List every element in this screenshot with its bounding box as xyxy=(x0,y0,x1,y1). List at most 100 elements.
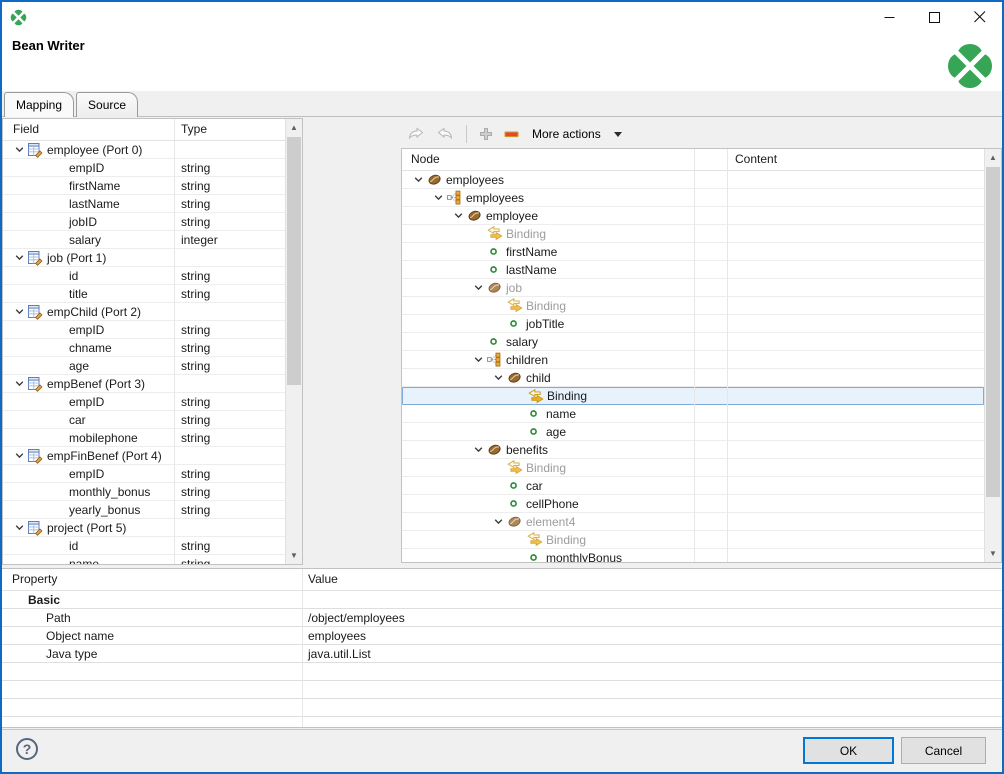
chevron-down-icon[interactable] xyxy=(489,517,507,526)
field-row[interactable]: yearly_bonusstring xyxy=(3,501,285,519)
tree-node-car[interactable]: car xyxy=(402,477,984,495)
field-row[interactable]: jobIDstring xyxy=(3,213,285,231)
chevron-down-icon[interactable] xyxy=(429,193,447,202)
field-row[interactable]: carstring xyxy=(3,411,285,429)
chevron-down-icon[interactable] xyxy=(11,451,27,460)
binding-icon xyxy=(507,460,526,475)
chevron-down-icon[interactable] xyxy=(11,253,27,262)
chevron-down-icon[interactable] xyxy=(409,175,427,184)
tree-node-employees[interactable]: employees xyxy=(402,189,984,207)
add-icon[interactable] xyxy=(477,125,495,143)
chevron-down-icon[interactable] xyxy=(11,307,27,316)
tree-node-firstname[interactable]: firstName xyxy=(402,243,984,261)
tab-source[interactable]: Source xyxy=(76,92,138,117)
chevron-down-icon[interactable] xyxy=(469,283,487,292)
property-row[interactable]: Path/object/employees xyxy=(2,609,1002,627)
field-row[interactable]: titlestring xyxy=(3,285,285,303)
value-icon xyxy=(487,262,506,277)
tree-node-binding[interactable]: Binding xyxy=(402,459,984,477)
tree-node-employee[interactable]: employee xyxy=(402,207,984,225)
field-row[interactable]: chnamestring xyxy=(3,339,285,357)
tree-scrollbar[interactable]: ▲▼ xyxy=(984,149,1001,562)
property-row[interactable]: Object nameemployees xyxy=(2,627,1002,645)
property-label: Java type xyxy=(46,647,97,661)
tree-node-job[interactable]: job xyxy=(402,279,984,297)
field-row[interactable]: agestring xyxy=(3,357,285,375)
tree-node-salary[interactable]: salary xyxy=(402,333,984,351)
scroll-thumb[interactable] xyxy=(287,137,301,385)
field-group-row[interactable]: empFinBenef (Port 4) xyxy=(3,447,285,465)
field-group-row[interactable]: project (Port 5) xyxy=(3,519,285,537)
value-icon xyxy=(527,550,546,562)
help-icon[interactable]: ? xyxy=(16,738,38,760)
chevron-down-icon[interactable] xyxy=(614,132,622,137)
field-row[interactable]: lastNamestring xyxy=(3,195,285,213)
tree-node-element4[interactable]: element4 xyxy=(402,513,984,531)
footer: ? OK Cancel xyxy=(2,729,1002,772)
tree-node-lastname[interactable]: lastName xyxy=(402,261,984,279)
property-label: Path xyxy=(46,611,71,625)
tree-node-name[interactable]: name xyxy=(402,405,984,423)
field-group-row[interactable]: employee (Port 0) xyxy=(3,141,285,159)
property-row[interactable]: Basic xyxy=(2,591,1002,609)
minimize-icon[interactable] xyxy=(867,2,912,32)
cancel-button[interactable]: Cancel xyxy=(901,737,986,764)
chevron-down-icon[interactable] xyxy=(449,211,467,220)
tree-node-cellphone[interactable]: cellPhone xyxy=(402,495,984,513)
field-type: string xyxy=(181,485,210,499)
value-icon xyxy=(507,478,526,493)
bean-icon xyxy=(487,442,506,457)
scroll-up-icon[interactable]: ▲ xyxy=(286,119,302,136)
field-row[interactable]: namestring xyxy=(3,555,285,564)
tree-node-employees[interactable]: employees xyxy=(402,171,984,189)
scroll-down-icon[interactable]: ▼ xyxy=(985,545,1001,562)
tree-node-children[interactable]: children xyxy=(402,351,984,369)
record-edit-icon xyxy=(27,250,45,266)
more-actions-button[interactable]: More actions xyxy=(532,127,601,141)
chevron-down-icon[interactable] xyxy=(11,379,27,388)
field-type: string xyxy=(181,413,210,427)
chevron-down-icon[interactable] xyxy=(489,373,507,382)
tree-node-jobtitle[interactable]: jobTitle xyxy=(402,315,984,333)
field-row[interactable]: monthly_bonusstring xyxy=(3,483,285,501)
field-row[interactable]: mobilephonestring xyxy=(3,429,285,447)
clover-logo-icon xyxy=(946,42,994,90)
field-group-row[interactable]: job (Port 1) xyxy=(3,249,285,267)
chevron-down-icon[interactable] xyxy=(11,145,27,154)
field-row[interactable]: empIDstring xyxy=(3,321,285,339)
field-group-row[interactable]: empChild (Port 2) xyxy=(3,303,285,321)
ok-button[interactable]: OK xyxy=(803,737,894,764)
remove-icon[interactable] xyxy=(502,125,521,143)
tree-node-binding[interactable]: Binding xyxy=(402,225,984,243)
fields-scrollbar[interactable]: ▲▼ xyxy=(285,119,302,564)
field-row[interactable]: firstNamestring xyxy=(3,177,285,195)
tree-node-age[interactable]: age xyxy=(402,423,984,441)
scroll-up-icon[interactable]: ▲ xyxy=(985,149,1001,166)
value-icon xyxy=(487,244,506,259)
chevron-down-icon[interactable] xyxy=(469,355,487,364)
tree-node-binding[interactable]: Binding xyxy=(402,387,984,405)
tree-node-monthlybonus[interactable]: monthlyBonus xyxy=(402,549,984,562)
field-row[interactable]: idstring xyxy=(3,537,285,555)
tree-node-binding[interactable]: Binding xyxy=(402,531,984,549)
scroll-thumb[interactable] xyxy=(986,167,1000,497)
tree-node-child[interactable]: child xyxy=(402,369,984,387)
field-row[interactable]: empIDstring xyxy=(3,159,285,177)
field-row[interactable]: salaryinteger xyxy=(3,231,285,249)
chevron-down-icon[interactable] xyxy=(11,523,27,532)
field-group-row[interactable]: empBenef (Port 3) xyxy=(3,375,285,393)
maximize-icon[interactable] xyxy=(912,2,957,32)
field-row[interactable]: empIDstring xyxy=(3,393,285,411)
tab-mapping[interactable]: Mapping xyxy=(4,92,74,117)
property-row[interactable]: Java typejava.util.List xyxy=(2,645,1002,663)
chevron-down-icon[interactable] xyxy=(469,445,487,454)
field-row[interactable]: empIDstring xyxy=(3,465,285,483)
tree-node-binding[interactable]: Binding xyxy=(402,297,984,315)
tree-node-label: name xyxy=(546,407,576,421)
map-arrow-right-icon[interactable] xyxy=(434,125,456,144)
map-arrow-left-icon[interactable] xyxy=(405,125,427,144)
scroll-down-icon[interactable]: ▼ xyxy=(286,547,302,564)
field-row[interactable]: idstring xyxy=(3,267,285,285)
close-icon[interactable] xyxy=(957,2,1002,32)
tree-node-benefits[interactable]: benefits xyxy=(402,441,984,459)
